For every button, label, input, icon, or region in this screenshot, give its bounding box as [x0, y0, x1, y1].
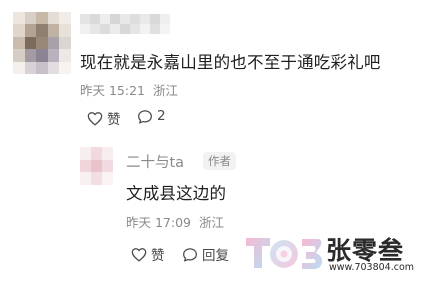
username-redacted[interactable]: [80, 14, 170, 34]
reply-time: 昨天 17:09: [126, 215, 191, 230]
reply-label: 回复: [202, 248, 229, 264]
reply-location: 浙江: [198, 215, 224, 230]
reply-count-button[interactable]: 2: [137, 108, 166, 124]
heart-outline-icon: [87, 111, 103, 126]
like-button[interactable]: 赞: [131, 244, 165, 264]
avatar[interactable]: [80, 147, 113, 185]
reply-text: 文成县这边的: [126, 184, 227, 203]
avatar[interactable]: [13, 12, 71, 74]
heart-outline-icon: [131, 247, 147, 262]
comment-meta: 昨天 15:21 浙江: [80, 80, 178, 99]
speech-bubble-icon: [182, 247, 198, 262]
watermark-logo: [244, 232, 324, 276]
like-label: 赞: [107, 112, 121, 128]
reply-button[interactable]: 回复: [182, 244, 229, 264]
comment-location: 浙江: [152, 83, 178, 98]
like-button[interactable]: 赞: [87, 108, 121, 128]
comment-time: 昨天 15:21: [80, 83, 145, 98]
watermark-url: www.703804.com: [329, 262, 415, 273]
author-badge: 作者: [203, 152, 236, 170]
reply-count: 2: [157, 108, 166, 124]
reply-meta: 昨天 17:09 浙江: [126, 212, 224, 231]
comment-text: 现在就是永嘉山里的也不至于通吃彩礼吧: [80, 53, 381, 72]
like-label: 赞: [151, 248, 165, 264]
reply-username[interactable]: 二十与ta: [126, 151, 184, 172]
speech-bubble-icon: [137, 109, 153, 124]
